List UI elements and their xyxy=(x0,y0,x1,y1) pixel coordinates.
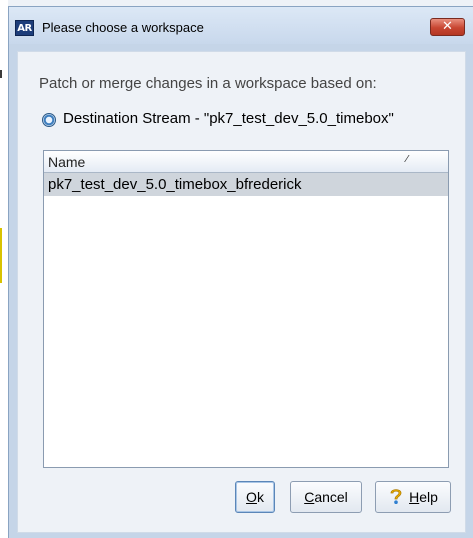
cancel-mnemonic: C xyxy=(304,489,315,505)
help-label: elp xyxy=(419,489,438,505)
cancel-label: ancel xyxy=(314,489,348,505)
sort-indicator-icon: ⁄ xyxy=(406,154,408,165)
workspace-name: pk7_test_dev_5.0_timebox_bfrederick xyxy=(48,176,302,193)
prompt-text: Patch or merge changes in a workspace ba… xyxy=(39,75,377,92)
background-mark xyxy=(0,70,2,78)
name-column-header[interactable]: Name ⁄ xyxy=(44,151,448,173)
close-button[interactable]: ✕ xyxy=(430,18,465,36)
destination-stream-label[interactable]: Destination Stream - "pk7_test_dev_5.0_t… xyxy=(63,110,394,127)
background-window-edge xyxy=(0,0,8,538)
ok-button[interactable]: Ok xyxy=(235,481,275,513)
help-icon xyxy=(390,489,402,504)
workspace-list[interactable]: Name ⁄ pk7_test_dev_5.0_timebox_bfrederi… xyxy=(43,150,449,468)
destination-stream-radio[interactable] xyxy=(42,113,56,127)
workspace-dialog: AR Please choose a workspace ✕ Patch or … xyxy=(8,6,473,538)
cancel-button[interactable]: Cancel xyxy=(290,481,362,513)
help-button[interactable]: Help xyxy=(375,481,451,513)
app-logo-icon: AR xyxy=(15,20,34,36)
window-title: Please choose a workspace xyxy=(42,20,204,35)
background-mark xyxy=(0,228,2,283)
help-mnemonic: H xyxy=(409,489,420,505)
title-bar[interactable]: AR Please choose a workspace ✕ xyxy=(9,7,473,44)
ok-mnemonic: O xyxy=(246,489,257,505)
dialog-body: Patch or merge changes in a workspace ba… xyxy=(17,51,466,533)
column-header-label: Name xyxy=(48,154,86,170)
list-item[interactable]: pk7_test_dev_5.0_timebox_bfrederick xyxy=(44,173,448,196)
ok-label: k xyxy=(256,489,264,505)
